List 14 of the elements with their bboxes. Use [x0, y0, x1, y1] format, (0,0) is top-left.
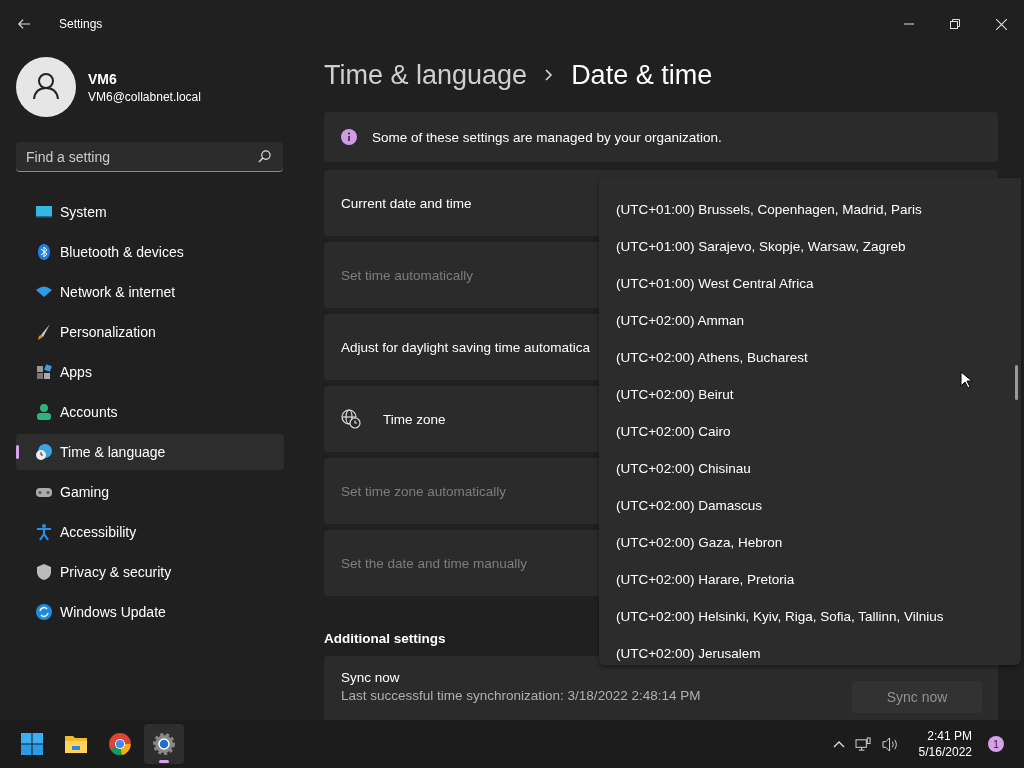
setting-label: Adjust for daylight saving time automatica	[341, 339, 591, 355]
setting-label: Set the date and time manually	[341, 555, 528, 571]
window-title: Settings	[59, 17, 103, 31]
sync-title: Sync now	[341, 670, 400, 685]
user-email: VM6@collabnet.local	[88, 89, 201, 104]
user-name: VM6	[88, 70, 118, 87]
sync-detail: Last successful time synchronization: 3/18/2022 2:48:14 PM	[341, 688, 701, 703]
notice-text: Some of these settings are managed by your organization.	[372, 129, 722, 145]
setting-label: Time zone	[383, 411, 446, 427]
section-heading: Additional settings	[324, 631, 447, 646]
setting-label: Current date and time	[341, 195, 472, 211]
page-title: Date & time	[571, 59, 713, 91]
setting-label: Set time automatically	[341, 267, 474, 283]
setting-label: Set time zone automatically	[341, 483, 507, 499]
